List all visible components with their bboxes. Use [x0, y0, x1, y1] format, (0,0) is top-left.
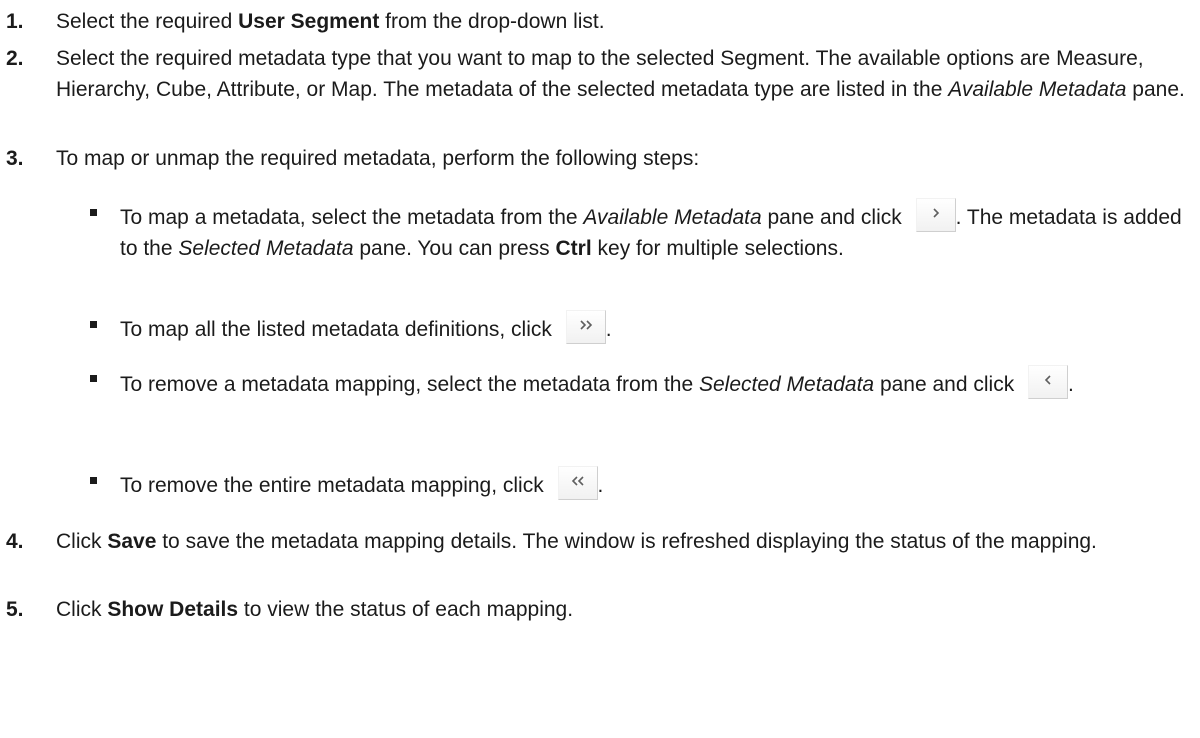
- step-text: Select the required metadata type that y…: [56, 43, 1192, 105]
- move-all-right-button[interactable]: [565, 310, 606, 344]
- step-text-part: Click: [56, 598, 108, 621]
- step-text-part: from the drop-down list.: [379, 10, 605, 33]
- step-text-part: to save the metadata mapping details. Th…: [156, 530, 1097, 553]
- step-text-part: to view the status of each mapping.: [238, 598, 574, 621]
- substep-text-part: To map a metadata, select the metadata f…: [120, 206, 584, 229]
- step-text-part: Click: [56, 530, 108, 553]
- double-chevron-right-icon: [580, 320, 592, 330]
- step-number: 5.: [6, 598, 24, 621]
- substep-text-part: To remove a metadata mapping, select the…: [120, 373, 699, 396]
- step-1: 1. Select the required User Segment from…: [0, 6, 1200, 37]
- substep-text-part: .: [597, 474, 604, 497]
- bullet-icon: [90, 477, 97, 484]
- chevron-left-icon: [1044, 375, 1051, 385]
- substep-remove-mapping: To remove a metadata mapping, select the…: [0, 364, 1200, 406]
- show-details-label: Show Details: [107, 598, 239, 621]
- step-3: 3. To map or unmap the required metadata…: [0, 143, 1200, 174]
- substep-text-part: pane. You can press: [353, 237, 556, 260]
- double-chevron-left-icon: [571, 476, 584, 486]
- step-text: Click Save to save the metadata mapping …: [56, 526, 1192, 557]
- bullet-icon: [90, 375, 97, 382]
- ctrl-key-label: Ctrl: [555, 237, 592, 260]
- step-number: 3.: [6, 147, 24, 170]
- step-number: 2.: [6, 47, 24, 70]
- chevron-right-icon: [933, 208, 939, 218]
- move-right-button[interactable]: [915, 198, 956, 232]
- substep-text-part: .: [1068, 373, 1074, 396]
- substep-text-part: To remove the entire metadata mapping, c…: [120, 474, 550, 497]
- substep-text: To remove a metadata mapping, select the…: [120, 364, 1192, 406]
- step-text-part: pane.: [1126, 78, 1185, 101]
- step-2: 2. Select the required metadata type tha…: [0, 43, 1200, 105]
- move-left-button[interactable]: [1028, 365, 1069, 399]
- selected-metadata-label: Selected Metadata: [698, 373, 875, 396]
- step-4: 4. Click Save to save the metadata mappi…: [0, 526, 1200, 557]
- substep-text-part: .: [605, 318, 612, 341]
- substep-text-part: pane and click: [874, 373, 1021, 396]
- substep-text-part: To map all the listed metadata definitio…: [120, 318, 558, 341]
- available-metadata-label: Available Metadata: [948, 78, 1127, 101]
- substep-remove-all: To remove the entire metadata mapping, c…: [0, 466, 1200, 501]
- move-all-left-button[interactable]: [557, 466, 598, 500]
- step-text: Select the required User Segment from th…: [56, 6, 1192, 37]
- step-number: 1.: [6, 10, 24, 33]
- document-body: 1. Select the required User Segment from…: [0, 0, 1200, 738]
- bullet-icon: [90, 209, 97, 216]
- step-text: Click Show Details to view the status of…: [56, 594, 1192, 625]
- selected-metadata-label: Selected Metadata: [178, 237, 354, 260]
- substep-text-part: key for multiple selections.: [591, 237, 844, 260]
- substep-map-metadata: To map a metadata, select the metadata f…: [0, 198, 1200, 264]
- substep-text-part: pane and click: [761, 206, 908, 229]
- bullet-icon: [90, 321, 97, 328]
- step-number: 4.: [6, 530, 24, 553]
- substep-text: To map all the listed metadata definitio…: [120, 310, 1192, 345]
- step-text-part: Select the required: [56, 10, 239, 33]
- step-5: 5. Click Show Details to view the status…: [0, 594, 1200, 625]
- user-segment-label: User Segment: [238, 10, 380, 33]
- substep-map-all: To map all the listed metadata definitio…: [0, 310, 1200, 345]
- substep-text: To map a metadata, select the metadata f…: [120, 198, 1192, 264]
- available-metadata-label: Available Metadata: [583, 206, 762, 229]
- step-text: To map or unmap the required metadata, p…: [56, 147, 700, 170]
- substep-text: To remove the entire metadata mapping, c…: [120, 466, 1192, 501]
- save-label: Save: [107, 530, 157, 553]
